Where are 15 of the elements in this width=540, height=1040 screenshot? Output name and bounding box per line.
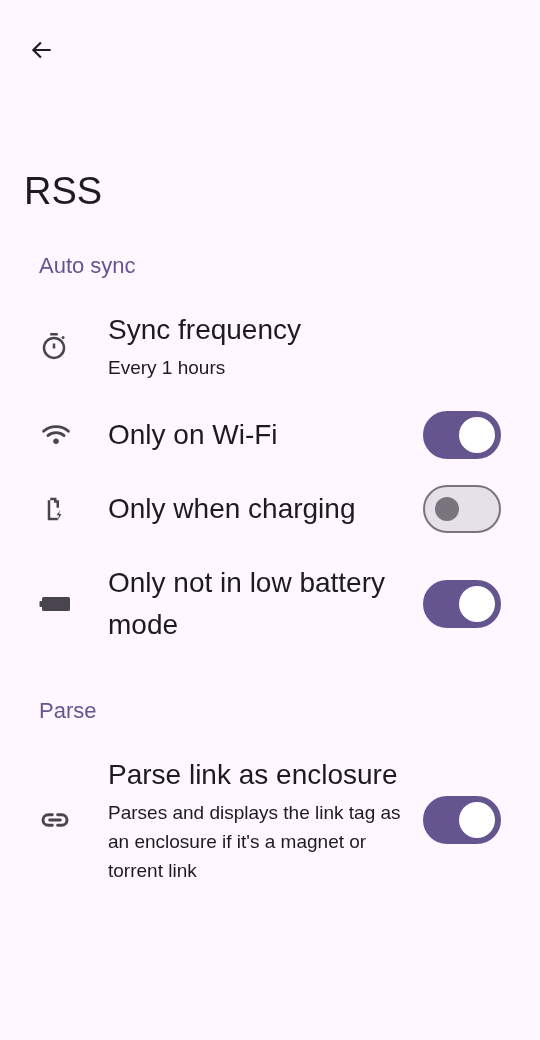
toggle-switch[interactable] [423,411,501,459]
setting-summary: Every 1 hours [108,356,227,380]
setting-title: Only on Wi-Fi [108,418,279,452]
setting-title: Only not in low battery mode [108,566,387,642]
setting-title: Sync frequency [108,313,302,347]
section-header: Auto sync [39,252,136,280]
setting-summary: Parses and displays the link tag as an enclosure if it's a magnet or torrent link [108,801,402,883]
setting-title: Only when charging [108,492,357,526]
toggle-switch[interactable] [423,795,501,844]
toggle-switch[interactable] [423,580,501,628]
setting-title: Parse link as enclosure [108,758,399,792]
section-header: Parse [39,697,97,725]
toggle-switch[interactable] [423,485,501,533]
page-title: RSS [24,169,103,214]
battery-icon [39,595,71,613]
